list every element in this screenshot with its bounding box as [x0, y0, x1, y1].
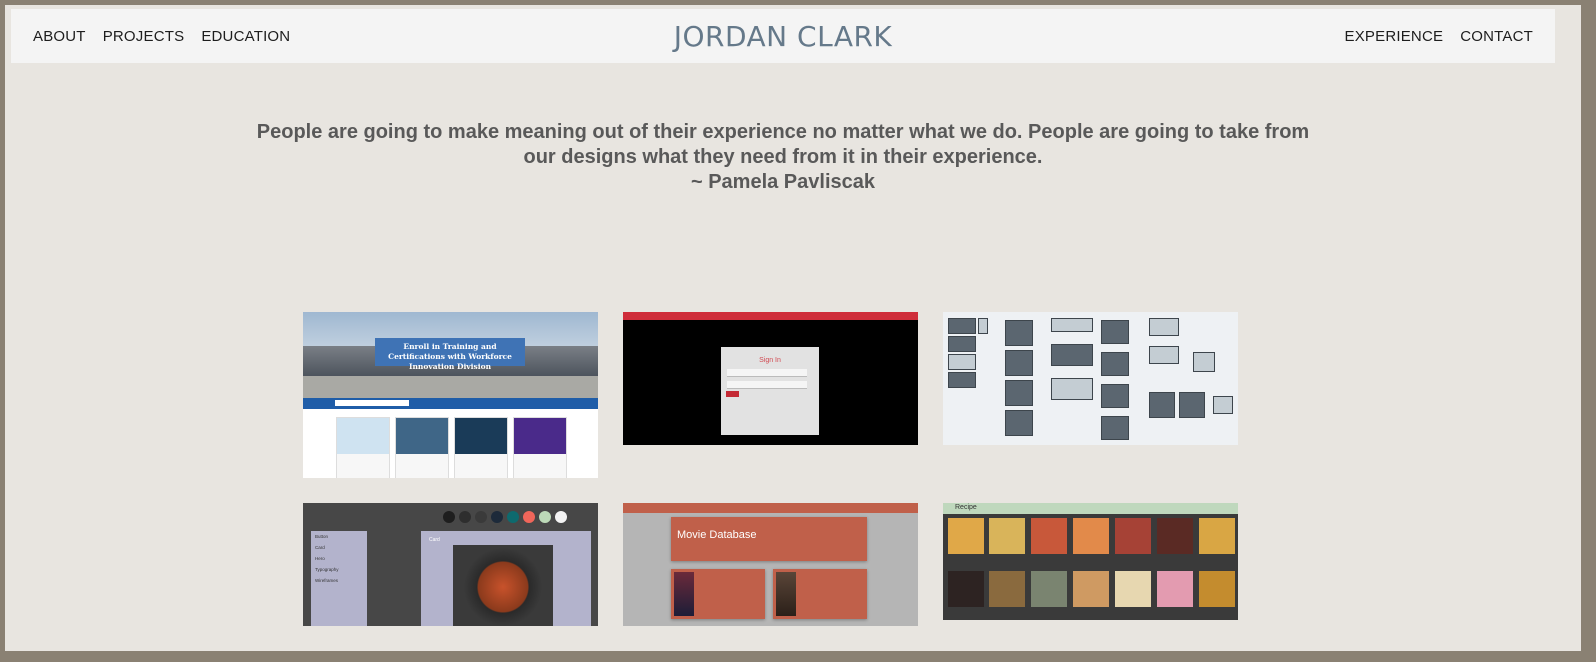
thumbnail-menu-item: Hero: [315, 556, 325, 561]
thumbnail-wireframe: [1101, 416, 1129, 440]
thumbnail-hero: Movie Database: [671, 517, 867, 561]
thumbnail-field: [727, 369, 807, 377]
thumbnail-card-label: Card: [429, 537, 440, 543]
thumbnail-wireframe: [1005, 320, 1033, 346]
thumbnail-menu-item: Button: [315, 534, 329, 539]
page-frame: ABOUT PROJECTS EDUCATION JORDAN CLARK EX…: [5, 5, 1581, 651]
thumbnail-field: [727, 381, 807, 389]
thumbnail-wireframe: [978, 318, 988, 334]
thumbnail-navbar: [623, 503, 918, 513]
thumbnail-wireframe: [1005, 410, 1033, 436]
thumbnail-menu-panel: Button Card Hero Typography Wireframes: [311, 531, 367, 626]
thumbnail-wireframe: [1101, 352, 1129, 376]
thumbnail-wireframe: [1051, 318, 1093, 332]
thumbnail-swatch: [475, 511, 487, 523]
thumbnail-recipe-image: [948, 518, 984, 554]
thumbnail-button: [726, 391, 739, 397]
thumbnail-recipe-image: [1073, 518, 1109, 554]
thumbnail-recipe-image: [1115, 571, 1151, 607]
thumbnail-swatch: [459, 511, 471, 523]
thumbnail-wireframe: [1149, 318, 1179, 336]
nav-left-group: ABOUT PROJECTS EDUCATION: [33, 9, 307, 63]
thumbnail-recipe-image: [989, 518, 1025, 554]
project-thumbnail-signin[interactable]: Sign In: [623, 312, 918, 445]
quote-author: ~ Pamela Pavliscak: [690, 171, 876, 193]
thumbnail-movie-card: [671, 569, 765, 619]
thumbnail-menu-item: Typography: [315, 567, 339, 572]
thumbnail-recipe-image: [1031, 571, 1067, 607]
thumbnail-card: [513, 417, 567, 478]
thumbnail-wireframe: [948, 318, 976, 334]
thumbnail-recipe-image: [948, 571, 984, 607]
thumbnail-wireframe: [1051, 378, 1093, 400]
thumbnail-search-input: [335, 400, 409, 406]
thumbnail-recipe-image: [1199, 518, 1235, 554]
thumbnail-recipe-image: [1157, 571, 1193, 607]
thumbnail-swatch: [443, 511, 455, 523]
project-thumbnail-wireframes[interactable]: [943, 312, 1238, 445]
thumbnail-swatch: [491, 511, 503, 523]
quote-line-2: our designs what they need from it in th…: [523, 146, 1043, 168]
thumbnail-header: Recipe: [943, 503, 1238, 514]
thumbnail-recipe-image: [1031, 518, 1067, 554]
top-navbar: ABOUT PROJECTS EDUCATION JORDAN CLARK EX…: [11, 9, 1555, 63]
project-thumbnail-movie-database[interactable]: Movie Database: [623, 503, 918, 626]
project-thumbnail-styleguide[interactable]: Button Card Hero Typography Wireframes C…: [303, 503, 598, 626]
thumbnail-recipe-image: [1115, 518, 1151, 554]
thumbnail-wireframe: [948, 354, 976, 370]
thumbnail-card: [454, 417, 508, 478]
thumbnail-wireframe: [1005, 380, 1033, 406]
thumbnail-wireframe: [1149, 392, 1175, 418]
thumbnail-signin-heading: Sign In: [759, 357, 781, 364]
project-thumbnail-recipe[interactable]: Recipe: [943, 503, 1238, 620]
thumbnail-wireframe: [1179, 392, 1205, 418]
nav-contact-link[interactable]: CONTACT: [1460, 28, 1533, 45]
thumbnail-wireframe: [1005, 350, 1033, 376]
thumbnail-swatch: [507, 511, 519, 523]
thumbnail-recipe-image: [1073, 571, 1109, 607]
thumbnail-wireframe: [1149, 346, 1179, 364]
thumbnail-plaza: [303, 376, 598, 398]
thumbnail-swatch: [555, 511, 567, 523]
thumbnail-recipe-image: [989, 571, 1025, 607]
thumbnail-card: [395, 417, 449, 478]
thumbnail-wireframe: [1101, 384, 1129, 408]
thumbnail-recipe-image: [1157, 518, 1193, 554]
thumbnail-wireframe: [1193, 352, 1215, 372]
thumbnail-menu-item: Card: [315, 545, 325, 550]
thumbnail-wireframe: [948, 372, 976, 388]
project-thumbnail-workforce[interactable]: Enroll in Training and Certifications wi…: [303, 312, 598, 478]
nav-projects-link[interactable]: PROJECTS: [103, 28, 185, 45]
thumbnail-wireframe: [1051, 344, 1093, 366]
thumbnail-swatch: [523, 511, 535, 523]
thumbnail-banner: Enroll in Training and Certifications wi…: [375, 338, 525, 371]
thumbnail-poster: [776, 572, 796, 616]
thumbnail-wireframe: [1101, 320, 1129, 344]
thumbnail-hero-title: Movie Database: [677, 529, 757, 541]
thumbnail-card: [336, 417, 390, 478]
thumbnail-wireframe: [948, 336, 976, 352]
thumbnail-topbar: [623, 312, 918, 320]
thumbnail-menu-item: Wireframes: [315, 578, 339, 583]
nav-experience-link[interactable]: EXPERIENCE: [1345, 28, 1444, 45]
thumbnail-movie-card: [773, 569, 867, 619]
thumbnail-food-image: [453, 545, 553, 626]
thumbnail-poster: [674, 572, 694, 616]
nav-education-link[interactable]: EDUCATION: [201, 28, 290, 45]
nav-right-group: EXPERIENCE CONTACT: [1345, 9, 1534, 63]
thumbnail-signin-modal: Sign In: [721, 347, 819, 435]
thumbnail-recipe-image: [1199, 571, 1235, 607]
thumbnail-brand: Recipe: [955, 504, 977, 511]
thumbnail-swatch: [539, 511, 551, 523]
nav-about-link[interactable]: ABOUT: [33, 28, 86, 45]
thumbnail-wireframe: [1213, 396, 1233, 414]
quote-line-1: People are going to make meaning out of …: [256, 121, 1310, 143]
hero-quote: People are going to make meaning out of …: [205, 120, 1361, 195]
